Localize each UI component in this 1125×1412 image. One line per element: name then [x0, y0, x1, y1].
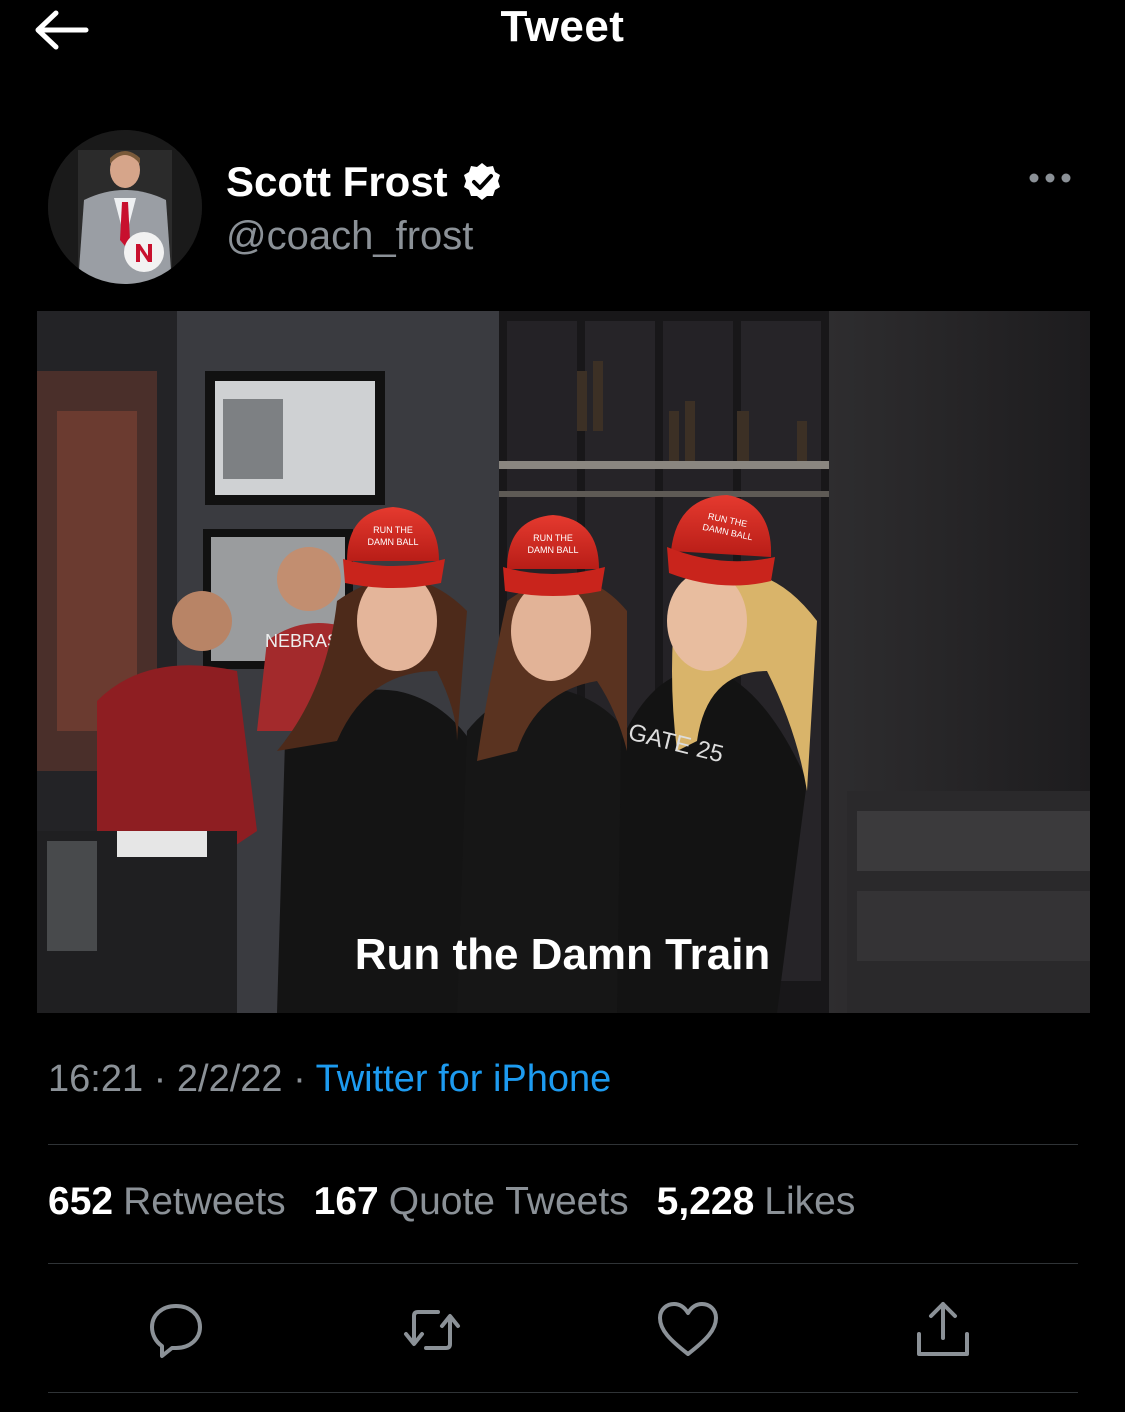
quotes-label: Quote Tweets [388, 1180, 629, 1223]
avatar[interactable] [48, 130, 202, 284]
likes-label: Likes [764, 1180, 856, 1223]
author-handle[interactable]: @coach_frost [226, 214, 473, 259]
svg-text:RUN THE: RUN THE [373, 525, 413, 535]
verified-badge-icon [463, 163, 500, 200]
tweet-author: Scott Frost @coach_frost [48, 130, 1078, 290]
page-title: Tweet [500, 2, 625, 51]
retweets-stat[interactable]: 652 Retweets [48, 1180, 286, 1224]
author-name[interactable]: Scott Frost [226, 158, 448, 206]
tweet-stats: 652 Retweets 167 Quote Tweets 5,228 Likes [48, 1180, 855, 1224]
divider [48, 1144, 1078, 1145]
top-bar: Tweet [0, 0, 1125, 62]
reply-icon[interactable] [144, 1298, 208, 1362]
name-row: Scott Frost [226, 158, 502, 206]
quotes-count: 167 [313, 1180, 379, 1223]
meta-separator: · [153, 1058, 167, 1100]
svg-text:DAMN BALL: DAMN BALL [527, 545, 578, 555]
likes-stat[interactable]: 5,228 Likes [657, 1180, 856, 1224]
meta-separator: · [293, 1058, 306, 1100]
tweet-source-link[interactable]: Twitter for iPhone [316, 1058, 612, 1100]
more-options-icon[interactable] [1028, 168, 1072, 188]
likes-count: 5,228 [656, 1180, 755, 1223]
share-icon[interactable] [911, 1298, 975, 1362]
quotes-stat[interactable]: 167 Quote Tweets [314, 1180, 629, 1224]
retweet-icon[interactable] [400, 1298, 464, 1362]
tweet-date: 2/2/22 [176, 1058, 283, 1100]
tweet-meta: 16:21 · 2/2/22 · Twitter for iPhone [48, 1058, 611, 1101]
tweet-photo[interactable]: NEBRASKA GATE 25 RUN THE DAMN BALL RUN T… [37, 311, 1090, 1013]
action-bar [0, 1298, 1125, 1362]
like-icon[interactable] [656, 1298, 720, 1362]
retweets-label: Retweets [123, 1180, 286, 1223]
divider [48, 1392, 1078, 1393]
svg-text:DAMN BALL: DAMN BALL [367, 537, 418, 547]
divider [48, 1263, 1078, 1264]
svg-text:RUN THE: RUN THE [533, 533, 573, 543]
avatar-image [48, 130, 202, 284]
photo-scene: NEBRASKA GATE 25 RUN THE DAMN BALL RUN T… [37, 311, 1090, 1013]
retweets-count: 652 [48, 1180, 114, 1223]
tweet-time: 16:21 [48, 1058, 144, 1100]
